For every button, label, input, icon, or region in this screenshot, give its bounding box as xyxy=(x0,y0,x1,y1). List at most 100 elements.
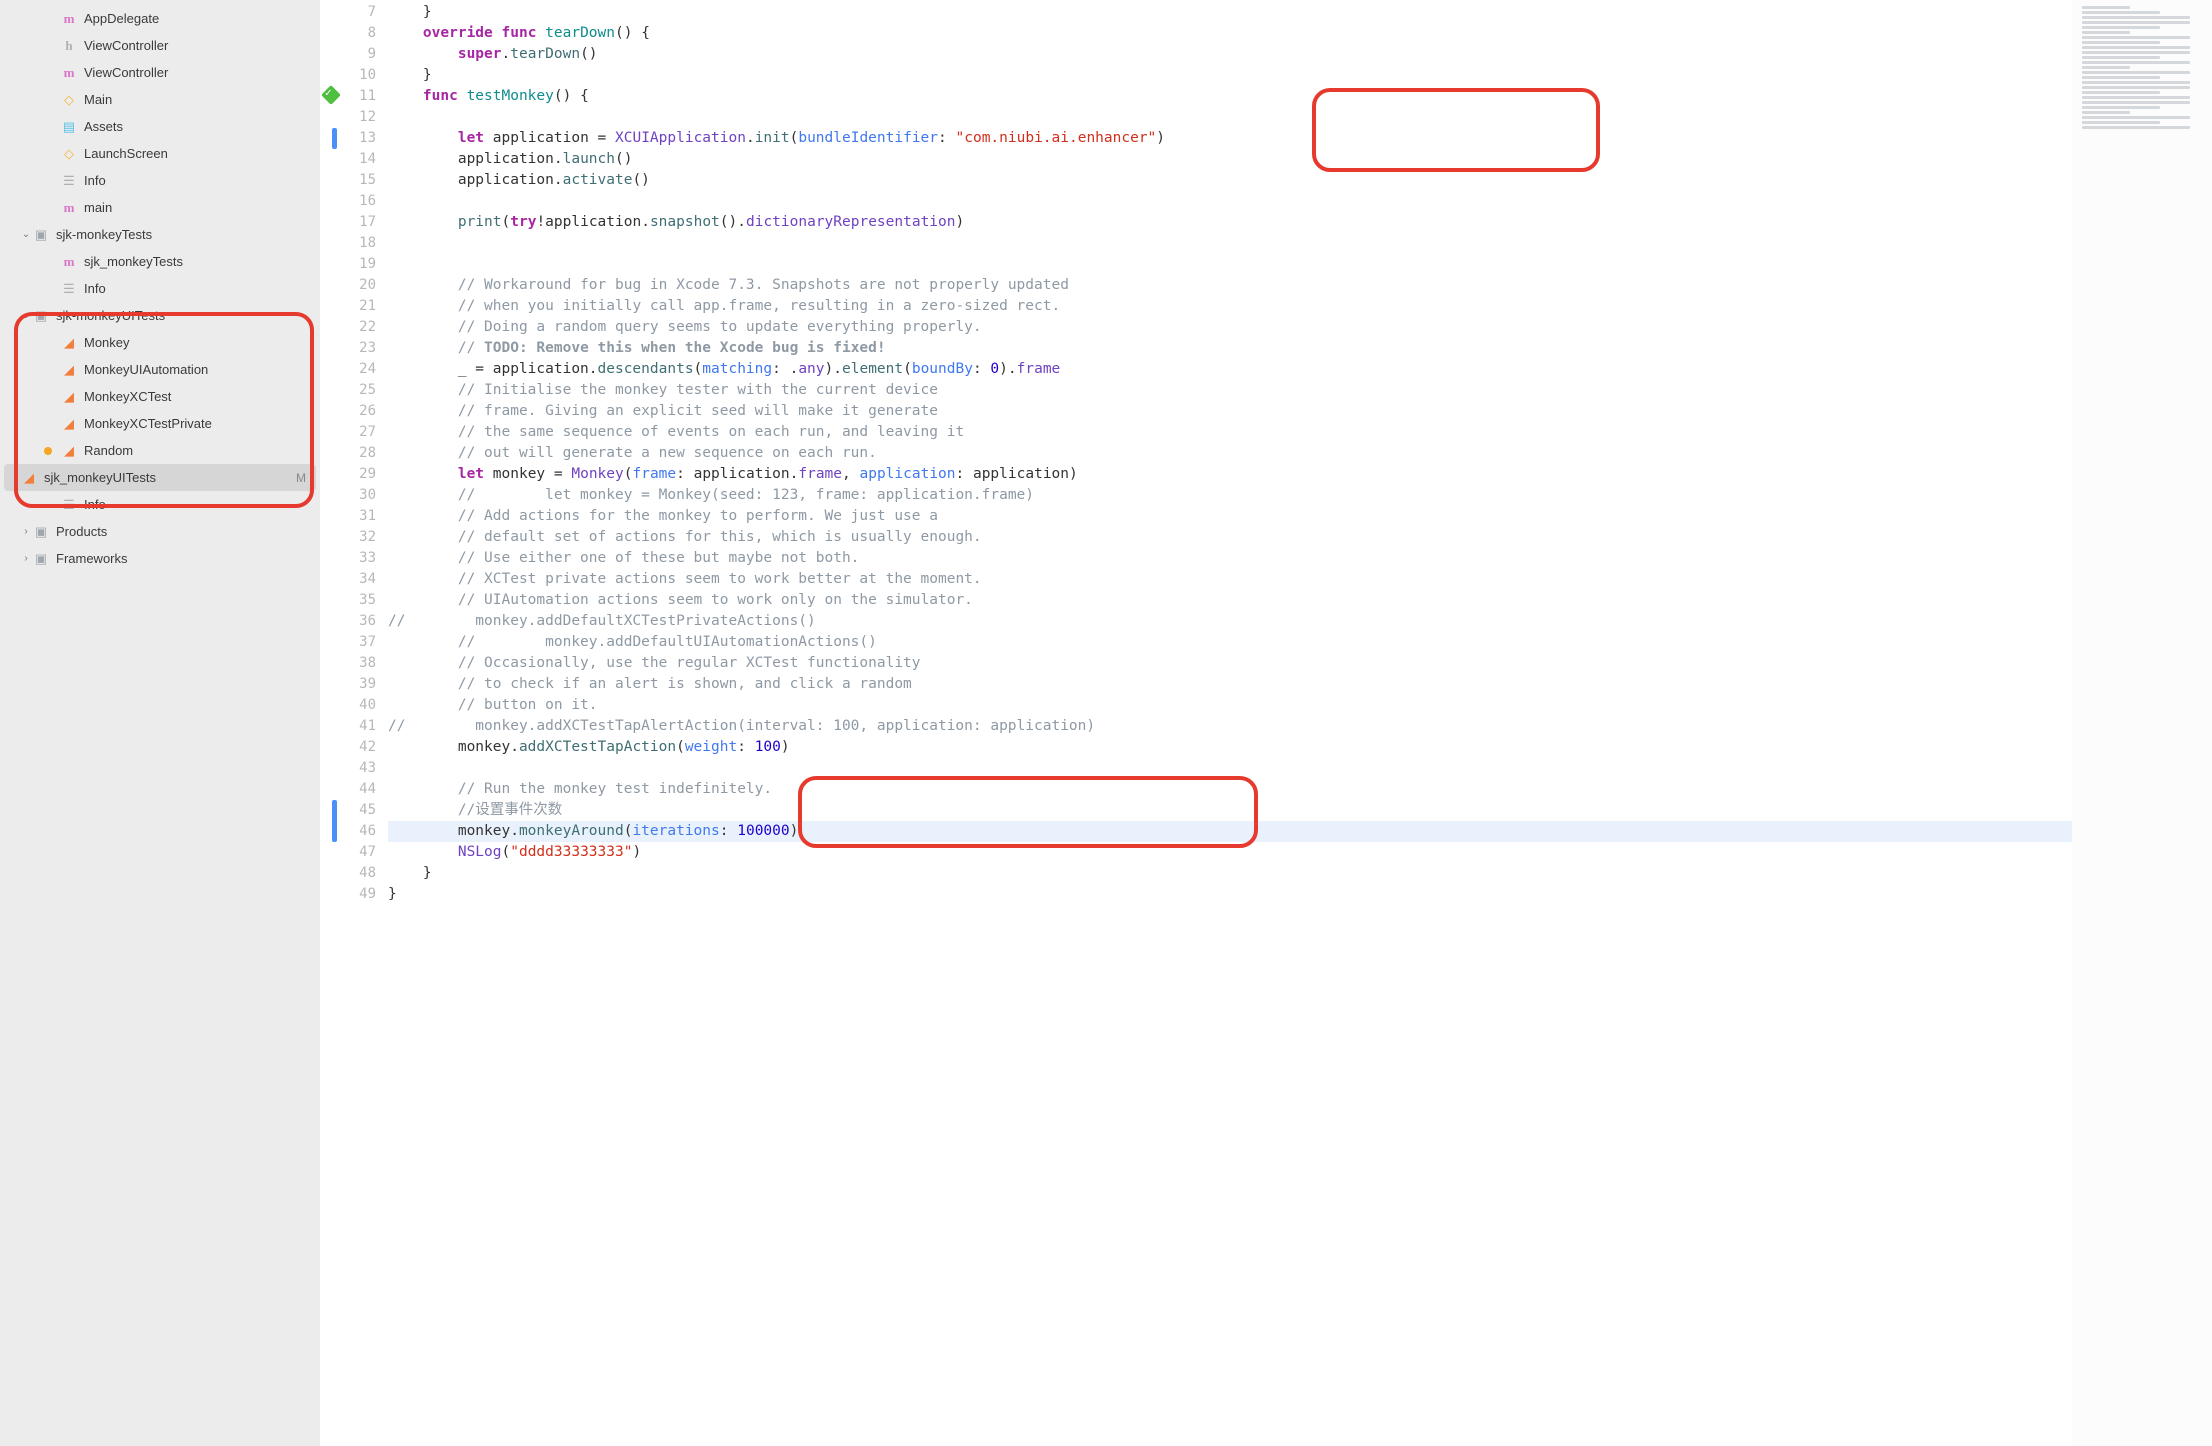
code-line-37[interactable]: // monkey.addDefaultUIAutomationActions(… xyxy=(388,632,2072,653)
code-line-28[interactable]: // out will generate a new sequence on e… xyxy=(388,443,2072,464)
disclosure-triangle[interactable]: ⌄ xyxy=(20,229,32,240)
code-line-38[interactable]: // Occasionally, use the regular XCTest … xyxy=(388,653,2072,674)
code-line-32[interactable]: // default set of actions for this, whic… xyxy=(388,527,2072,548)
nav-item-sjk-monkeyuitests[interactable]: ⌄▣sjk-monkeyUITests xyxy=(0,302,320,329)
code-line-7[interactable]: } xyxy=(388,2,2072,23)
line-number: 22 xyxy=(340,317,376,338)
minimap[interactable] xyxy=(2072,0,2212,1446)
line-number: 17 xyxy=(340,212,376,233)
nav-item-sjk-monkeytests[interactable]: msjk_monkeyTests xyxy=(0,248,320,275)
code-line-27[interactable]: // the same sequence of events on each r… xyxy=(388,422,2072,443)
code-view[interactable]: } override func tearDown() { super.tearD… xyxy=(388,0,2072,1446)
assets-icon: ▤ xyxy=(60,118,78,136)
line-number: 33 xyxy=(340,548,376,569)
nav-item-products[interactable]: ›▣Products xyxy=(0,518,320,545)
nav-item-label: Main xyxy=(84,92,112,107)
nav-item-monkeyuiautomation[interactable]: ◢MonkeyUIAutomation xyxy=(0,356,320,383)
code-line-39[interactable]: // to check if an alert is shown, and cl… xyxy=(388,674,2072,695)
minimap-line xyxy=(2082,111,2130,114)
nav-item-label: MonkeyXCTest xyxy=(84,389,171,404)
nav-item-sjk-monkeyuitests[interactable]: ◢sjk_monkeyUITestsM xyxy=(4,464,316,491)
line-number: 43 xyxy=(340,758,376,779)
code-line-25[interactable]: // Initialise the monkey tester with the… xyxy=(388,380,2072,401)
code-line-23[interactable]: // TODO: Remove this when the Xcode bug … xyxy=(388,338,2072,359)
line-number: 9 xyxy=(340,44,376,65)
code-line-13[interactable]: let application = XCUIApplication.init(b… xyxy=(388,128,2072,149)
nav-item-monkeyxctestprivate[interactable]: ◢MonkeyXCTestPrivate xyxy=(0,410,320,437)
disclosure-triangle[interactable]: › xyxy=(20,553,32,564)
code-line-17[interactable]: print(try!application.snapshot().diction… xyxy=(388,212,2072,233)
nav-item-info[interactable]: ☰Info xyxy=(0,275,320,302)
code-line-35[interactable]: // UIAutomation actions seem to work onl… xyxy=(388,590,2072,611)
code-line-30[interactable]: // let monkey = Monkey(seed: 123, frame:… xyxy=(388,485,2072,506)
nav-item-monkeyxctest[interactable]: ◢MonkeyXCTest xyxy=(0,383,320,410)
nav-item-main[interactable]: ◇Main xyxy=(0,86,320,113)
line-number: 35 xyxy=(340,590,376,611)
code-line-49[interactable]: } xyxy=(388,884,2072,905)
line-number: 27 xyxy=(340,422,376,443)
code-line-44[interactable]: // Run the monkey test indefinitely. xyxy=(388,779,2072,800)
line-number: 31 xyxy=(340,506,376,527)
nav-item-frameworks[interactable]: ›▣Frameworks xyxy=(0,545,320,572)
code-line-24[interactable]: _ = application.descendants(matching: .a… xyxy=(388,359,2072,380)
line-number: 41 xyxy=(340,716,376,737)
line-number: 11 xyxy=(340,86,376,107)
code-line-45[interactable]: //设置事件次数 xyxy=(388,800,2072,821)
code-line-43[interactable] xyxy=(388,758,2072,779)
code-line-42[interactable]: monkey.addXCTestTapAction(weight: 100) xyxy=(388,737,2072,758)
code-line-31[interactable]: // Add actions for the monkey to perform… xyxy=(388,506,2072,527)
code-line-48[interactable]: } xyxy=(388,863,2072,884)
nav-item-viewcontroller[interactable]: mViewController xyxy=(0,59,320,86)
code-line-41[interactable]: // monkey.addXCTestTapAlertAction(interv… xyxy=(388,716,2072,737)
code-line-14[interactable]: application.launch() xyxy=(388,149,2072,170)
code-line-20[interactable]: // Workaround for bug in Xcode 7.3. Snap… xyxy=(388,275,2072,296)
nav-item-appdelegate[interactable]: mAppDelegate xyxy=(0,5,320,32)
code-line-8[interactable]: override func tearDown() { xyxy=(388,23,2072,44)
code-line-11[interactable]: func testMonkey() { xyxy=(388,86,2072,107)
code-line-12[interactable] xyxy=(388,107,2072,128)
minimap-line xyxy=(2082,71,2190,74)
code-line-34[interactable]: // XCTest private actions seem to work b… xyxy=(388,569,2072,590)
source-editor[interactable]: ✓ 78910111213141516171819202122232425262… xyxy=(320,0,2212,1446)
nav-item-assets[interactable]: ▤Assets xyxy=(0,113,320,140)
line-number: 34 xyxy=(340,569,376,590)
code-line-19[interactable] xyxy=(388,254,2072,275)
code-line-21[interactable]: // when you initially call app.frame, re… xyxy=(388,296,2072,317)
nav-item-label: Info xyxy=(84,173,106,188)
storyboard-icon: ◇ xyxy=(60,145,78,163)
code-line-36[interactable]: // monkey.addDefaultXCTestPrivateActions… xyxy=(388,611,2072,632)
line-number-gutter: 7891011121314151617181920212223242526272… xyxy=(340,0,388,1446)
code-line-10[interactable]: } xyxy=(388,65,2072,86)
code-line-40[interactable]: // button on it. xyxy=(388,695,2072,716)
nav-item-sjk-monkeytests[interactable]: ⌄▣sjk-monkeyTests xyxy=(0,221,320,248)
code-line-47[interactable]: NSLog("dddd33333333") xyxy=(388,842,2072,863)
line-number: 49 xyxy=(340,884,376,905)
code-line-26[interactable]: // frame. Giving an explicit seed will m… xyxy=(388,401,2072,422)
code-line-46[interactable]: monkey.monkeyAround(iterations: 100000) xyxy=(388,821,2072,842)
nav-item-monkey[interactable]: ◢Monkey xyxy=(0,329,320,356)
nav-item-info[interactable]: ☰Info xyxy=(0,491,320,518)
nav-item-info[interactable]: ☰Info xyxy=(0,167,320,194)
code-line-29[interactable]: let monkey = Monkey(frame: application.f… xyxy=(388,464,2072,485)
nav-item-main[interactable]: mmain xyxy=(0,194,320,221)
nav-item-launchscreen[interactable]: ◇LaunchScreen xyxy=(0,140,320,167)
line-number: 40 xyxy=(340,695,376,716)
nav-item-label: Info xyxy=(84,281,106,296)
nav-item-random[interactable]: ◢Random xyxy=(0,437,320,464)
code-line-22[interactable]: // Doing a random query seems to update … xyxy=(388,317,2072,338)
disclosure-triangle[interactable]: ⌄ xyxy=(20,310,32,321)
nav-item-label: MonkeyUIAutomation xyxy=(84,362,208,377)
project-navigator[interactable]: mAppDelegatehViewControllermViewControll… xyxy=(0,0,320,1446)
code-line-18[interactable] xyxy=(388,233,2072,254)
code-line-16[interactable] xyxy=(388,191,2072,212)
code-line-9[interactable]: super.tearDown() xyxy=(388,44,2072,65)
disclosure-triangle[interactable]: › xyxy=(20,526,32,537)
minimap-line xyxy=(2082,36,2190,39)
code-line-33[interactable]: // Use either one of these but maybe not… xyxy=(388,548,2072,569)
swift-icon: ◢ xyxy=(60,334,78,352)
code-line-15[interactable]: application.activate() xyxy=(388,170,2072,191)
objc-impl-icon: m xyxy=(60,64,78,82)
nav-item-viewcontroller[interactable]: hViewController xyxy=(0,32,320,59)
nav-item-label: Products xyxy=(56,524,107,539)
line-number: 20 xyxy=(340,275,376,296)
